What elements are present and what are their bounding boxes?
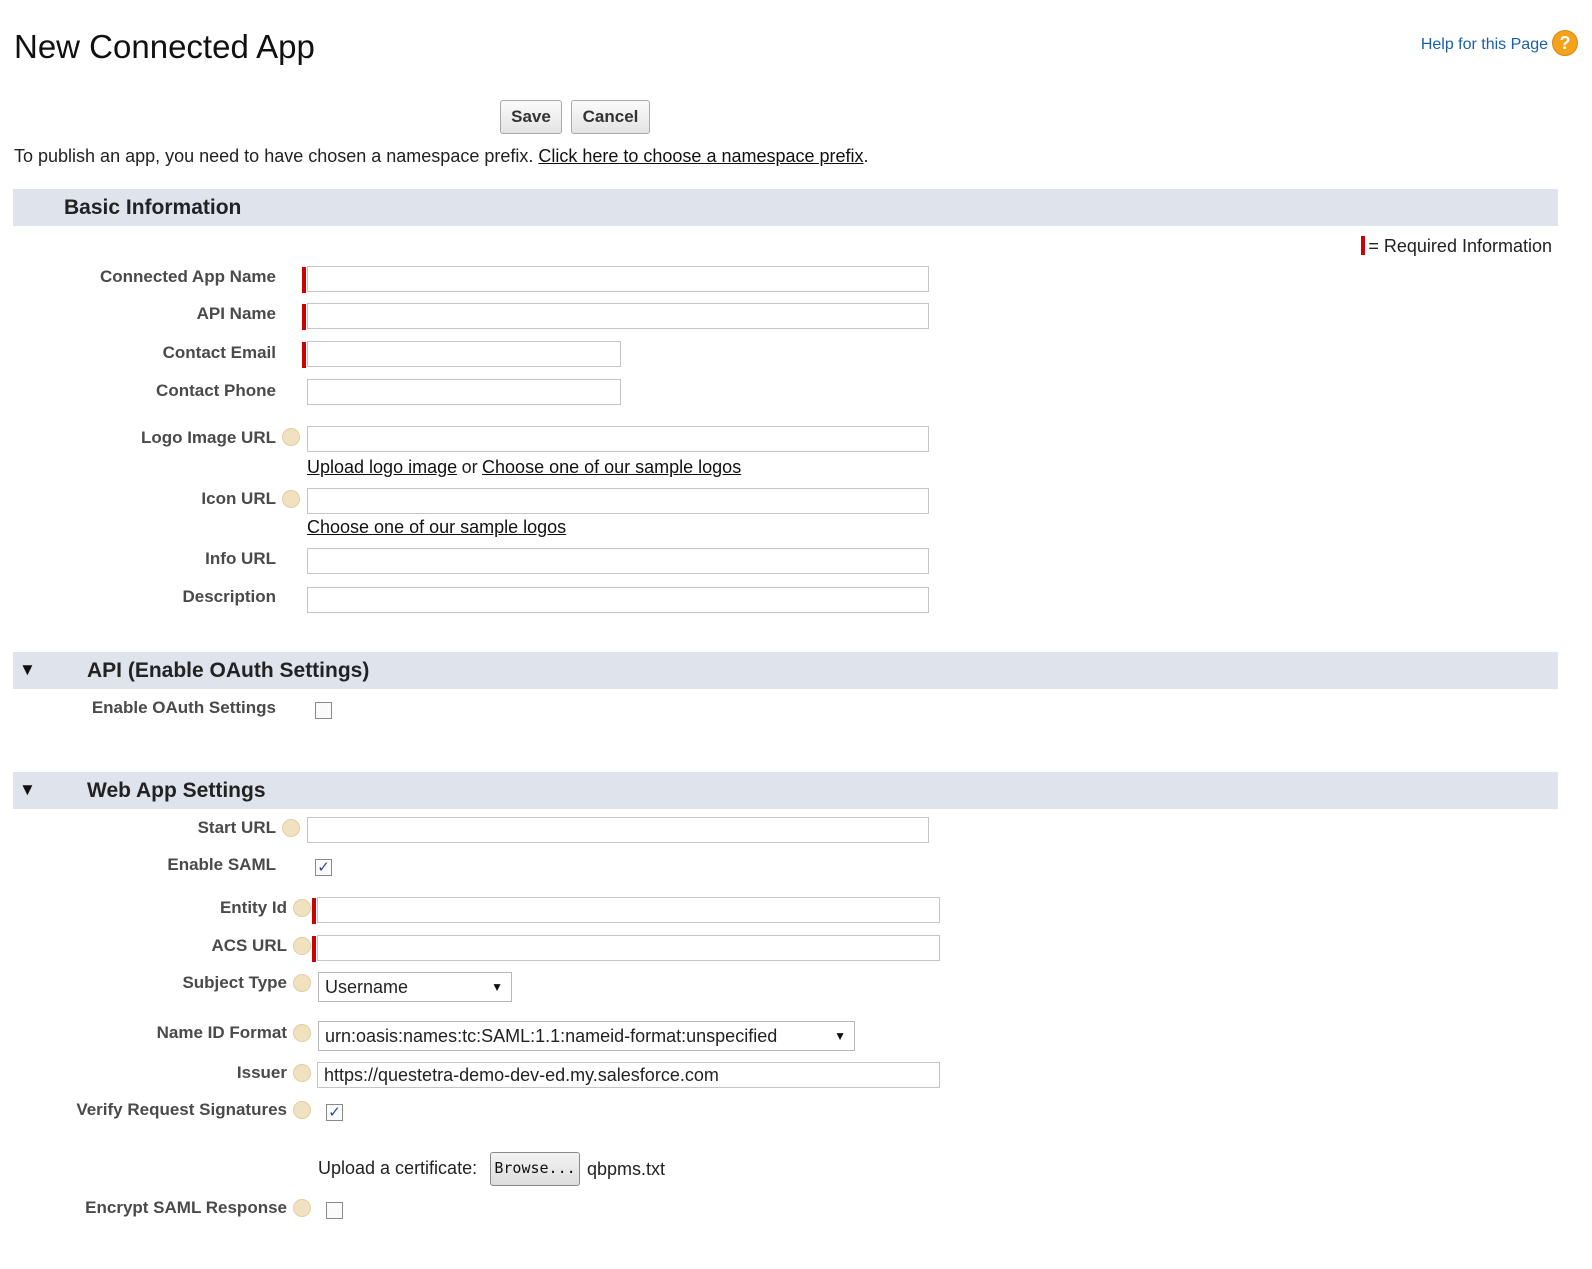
required-marker — [302, 304, 306, 330]
triangle-down-icon[interactable]: ▼ — [19, 780, 36, 800]
check-icon: ✓ — [317, 859, 330, 876]
upload-certificate-label: Upload a certificate: — [318, 1158, 478, 1178]
info-url-label: Info URL — [205, 549, 276, 568]
verify-request-signatures-label: Verify Request Signatures — [76, 1100, 287, 1119]
sample-logos-link[interactable]: Choose one of our sample logos — [482, 457, 741, 477]
start-url-input[interactable] — [307, 817, 929, 843]
required-marker — [302, 342, 306, 368]
icon-url-label: Icon URL — [201, 489, 276, 508]
info-icon[interactable] — [293, 974, 311, 992]
start-url-label: Start URL — [197, 818, 276, 837]
triangle-down-icon[interactable]: ▼ — [19, 660, 36, 680]
info-icon[interactable] — [293, 1101, 311, 1119]
description-input[interactable] — [307, 587, 929, 613]
required-marker — [302, 267, 306, 293]
subject-type-select[interactable]: Username ▼ — [318, 972, 512, 1002]
required-marker-icon — [1361, 236, 1366, 255]
info-icon[interactable] — [293, 1199, 311, 1217]
contact-email-label: Contact Email — [162, 343, 276, 362]
enable-saml-checkbox[interactable]: ✓ — [315, 859, 332, 876]
logo-image-url-input[interactable] — [307, 426, 929, 452]
contact-phone-input[interactable] — [307, 379, 621, 405]
browse-button[interactable]: Browse... — [490, 1152, 580, 1186]
help-link[interactable]: Help for this Page — [1421, 36, 1548, 54]
issuer-label: Issuer — [236, 1063, 287, 1082]
page-title: New Connected App — [14, 28, 315, 65]
subject-type-value: Username — [325, 977, 409, 997]
name-id-format-label: Name ID Format — [156, 1023, 287, 1042]
section-api-oauth: ▼ API (Enable OAuth Settings) — [13, 652, 1558, 689]
required-legend: = Required Information — [1361, 236, 1552, 257]
encrypt-saml-response-label: Encrypt SAML Response — [85, 1198, 287, 1217]
namespace-notice: To publish an app, you need to have chos… — [14, 146, 869, 167]
info-icon[interactable] — [293, 899, 311, 917]
name-id-format-select[interactable]: urn:oasis:names:tc:SAML:1.1:nameid-forma… — [318, 1021, 855, 1051]
info-icon[interactable] — [293, 1024, 311, 1042]
required-note-text: = Required Information — [1368, 236, 1552, 256]
description-label: Description — [182, 587, 276, 606]
api-name-input[interactable] — [307, 303, 929, 329]
enable-oauth-label: Enable OAuth Settings — [91, 698, 276, 717]
info-icon[interactable] — [282, 819, 300, 837]
icon-sample-logos-link[interactable]: Choose one of our sample logos — [307, 517, 566, 538]
section-title: API (Enable OAuth Settings) — [87, 659, 370, 682]
entity-id-input[interactable] — [317, 897, 940, 923]
chevron-down-icon: ▼ — [491, 980, 503, 994]
enable-saml-label: Enable SAML — [167, 855, 276, 874]
section-title: Basic Information — [64, 196, 242, 219]
section-web-app-settings: ▼ Web App Settings — [13, 772, 1558, 809]
info-url-input[interactable] — [307, 548, 929, 574]
contact-phone-label: Contact Phone — [156, 381, 276, 400]
api-name-label: API Name — [196, 304, 276, 323]
connected-app-name-input[interactable] — [307, 266, 929, 292]
notice-end: . — [863, 146, 869, 166]
info-icon[interactable] — [293, 937, 311, 955]
logo-links: Upload logo image or Choose one of our s… — [307, 457, 741, 478]
namespace-prefix-link[interactable]: Click here to choose a namespace prefix — [538, 146, 863, 166]
info-icon[interactable] — [282, 428, 300, 446]
chevron-down-icon: ▼ — [834, 1029, 846, 1043]
info-icon[interactable] — [282, 490, 300, 508]
section-title: Web App Settings — [87, 779, 266, 802]
contact-email-input[interactable] — [307, 341, 621, 367]
logo-image-url-label: Logo Image URL — [140, 428, 276, 447]
notice-text: To publish an app, you need to have chos… — [14, 146, 539, 166]
connected-app-name-label: Connected App Name — [99, 267, 276, 286]
enable-oauth-checkbox[interactable] — [315, 702, 332, 719]
help-icon[interactable]: ? — [1552, 30, 1578, 56]
acs-url-label: ACS URL — [211, 936, 287, 955]
save-button[interactable]: Save — [500, 100, 562, 134]
acs-url-input[interactable] — [317, 935, 940, 961]
certificate-filename: qbpms.txt — [587, 1159, 666, 1179]
logo-or-text: or — [461, 457, 478, 477]
info-icon[interactable] — [293, 1064, 311, 1082]
encrypt-saml-response-checkbox[interactable] — [326, 1202, 343, 1219]
name-id-format-value: urn:oasis:names:tc:SAML:1.1:nameid-forma… — [325, 1026, 778, 1046]
icon-url-input[interactable] — [307, 488, 929, 514]
issuer-input[interactable]: https://questetra-demo-dev-ed.my.salesfo… — [317, 1062, 940, 1088]
required-marker — [312, 936, 316, 962]
entity-id-label: Entity Id — [219, 898, 287, 917]
verify-request-signatures-checkbox[interactable]: ✓ — [326, 1104, 343, 1121]
check-icon: ✓ — [328, 1104, 341, 1121]
required-marker — [312, 898, 316, 924]
cancel-button[interactable]: Cancel — [571, 100, 650, 134]
subject-type-label: Subject Type — [182, 973, 287, 992]
section-basic-information: Basic Information — [13, 189, 1558, 226]
upload-logo-link[interactable]: Upload logo image — [307, 457, 457, 477]
